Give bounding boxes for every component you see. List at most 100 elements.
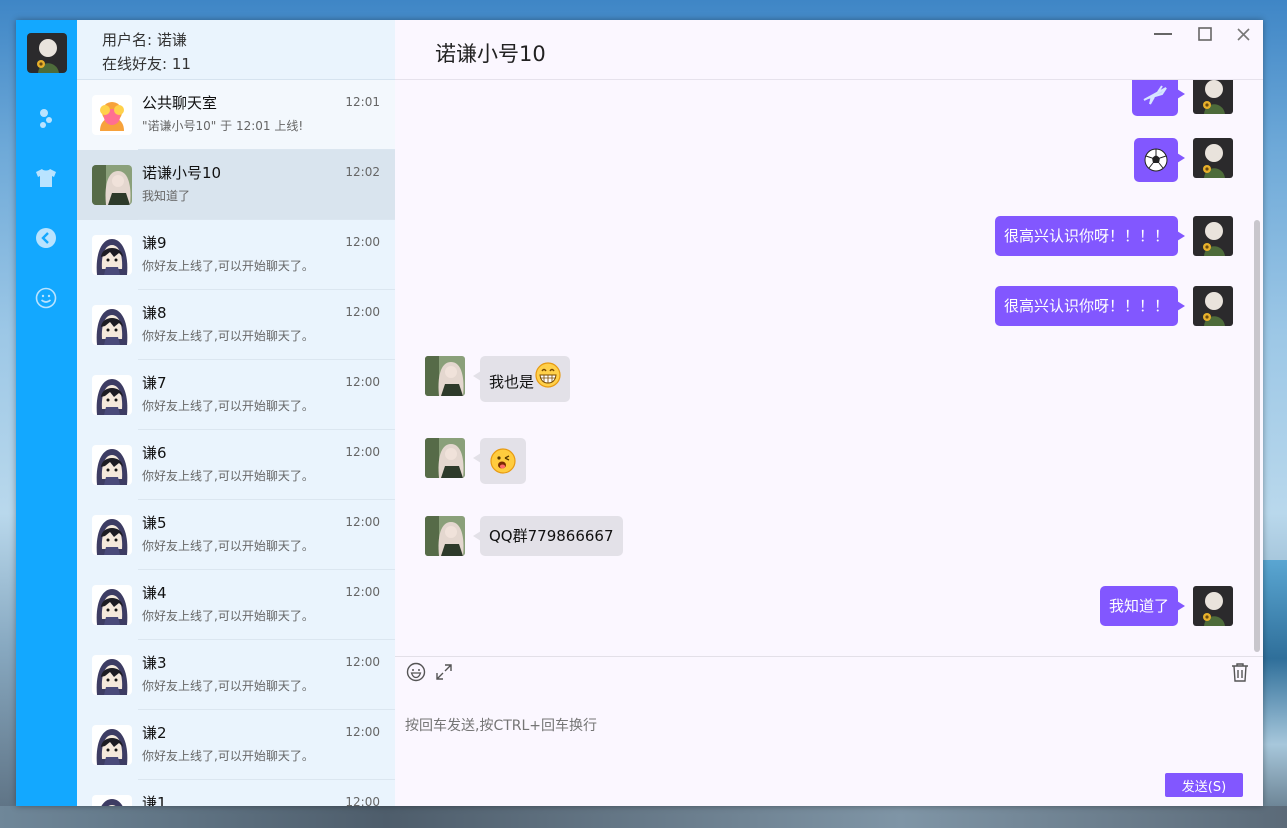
- message-text: 很高兴认识你呀！！！！: [1003, 297, 1169, 315]
- contact-item[interactable]: 谦4 12:00 你好友上线了,可以开始聊天了。: [77, 570, 395, 640]
- online-count-label: 在线好友: 11: [102, 55, 191, 73]
- message-avatar[interactable]: [1193, 138, 1233, 178]
- contact-name: 谦8: [142, 304, 167, 322]
- contact-body: 谦4 12:00 你好友上线了,可以开始聊天了。: [142, 584, 395, 625]
- message-avatar[interactable]: [425, 438, 465, 478]
- input-area: 发送(S): [395, 656, 1263, 806]
- contact-item[interactable]: 谦3 12:00 你好友上线了,可以开始聊天了。: [77, 640, 395, 710]
- message-avatar[interactable]: [1193, 586, 1233, 626]
- contact-time: 12:00: [345, 795, 380, 806]
- chat-header: 诺谦小号10: [395, 20, 1263, 80]
- message-bubble[interactable]: 很高兴认识你呀！！！！: [994, 216, 1186, 256]
- contact-name: 谦1: [142, 794, 167, 806]
- contact-time: 12:02: [345, 165, 380, 179]
- message-bubble[interactable]: [1134, 138, 1185, 182]
- contact-last-message: 你好友上线了,可以开始聊天了。: [142, 329, 314, 343]
- message-bubble[interactable]: QQ群779866667: [473, 516, 623, 556]
- contact-last-message: 我知道了: [142, 189, 191, 203]
- expand-icon[interactable]: [433, 661, 455, 683]
- contact-item[interactable]: 谦7 12:00 你好友上线了,可以开始聊天了。: [77, 360, 395, 430]
- received-message: [425, 438, 526, 484]
- contact-name: 谦6: [142, 444, 167, 462]
- contact-last-message: "诺谦小号10" 于 12:01 上线!: [142, 119, 304, 133]
- contact-item[interactable]: 诺谦小号10 12:02 我知道了: [77, 150, 395, 220]
- message-bubble[interactable]: [473, 438, 526, 484]
- soccer-emoji: [1144, 148, 1168, 172]
- maximize-icon[interactable]: [1193, 24, 1217, 44]
- message-bubble[interactable]: 我知道了: [1099, 586, 1186, 626]
- contact-item[interactable]: 谦5 12:00 你好友上线了,可以开始聊天了。: [77, 500, 395, 570]
- chat-bubbles-icon[interactable]: [34, 106, 58, 130]
- contact-body: 谦9 12:00 你好友上线了,可以开始聊天了。: [142, 234, 395, 275]
- contact-body: 谦7 12:00 你好友上线了,可以开始聊天了。: [142, 374, 395, 415]
- minimize-icon[interactable]: [1151, 24, 1175, 44]
- message-avatar[interactable]: [425, 516, 465, 556]
- message-input[interactable]: [405, 691, 1243, 761]
- contact-last-message: 你好友上线了,可以开始聊天了。: [142, 399, 314, 413]
- smiley-icon[interactable]: [34, 286, 58, 310]
- scrollbar[interactable]: [1254, 220, 1260, 652]
- contact-time: 12:00: [345, 515, 380, 529]
- contact-time: 12:00: [345, 725, 380, 739]
- message-bubble[interactable]: 很高兴认识你呀！！！！: [994, 286, 1186, 326]
- contact-last-message: 你好友上线了,可以开始聊天了。: [142, 679, 314, 693]
- contact-name: 谦3: [142, 654, 167, 672]
- message-avatar[interactable]: [1193, 216, 1233, 256]
- back-circle-icon[interactable]: [34, 226, 58, 250]
- contact-time: 12:00: [345, 235, 380, 249]
- chat-area: 诺谦小号10 很高兴认识你呀！！！！ 很高兴认识你呀！！！！ 我也是 QQ群77986…: [395, 20, 1263, 806]
- message-text: QQ群779866667: [489, 527, 614, 545]
- contact-body: 公共聊天室 12:01 "诺谦小号10" 于 12:01 上线!: [142, 94, 395, 135]
- contact-avatar: [92, 725, 132, 765]
- contact-name: 谦7: [142, 374, 167, 392]
- contact-body: 谦1 12:00: [142, 794, 395, 806]
- contact-time: 12:00: [345, 445, 380, 459]
- my-avatar[interactable]: [27, 33, 67, 73]
- emoji-picker-icon[interactable]: [405, 661, 427, 683]
- contact-item[interactable]: 谦9 12:00 你好友上线了,可以开始聊天了。: [77, 220, 395, 290]
- message-text: 很高兴认识你呀！！！！: [1003, 227, 1169, 245]
- contact-time: 12:00: [345, 655, 380, 669]
- contact-item[interactable]: 谦6 12:00 你好友上线了,可以开始聊天了。: [77, 430, 395, 500]
- contact-avatar: [92, 445, 132, 485]
- user-info: 用户名: 诺谦 在线好友: 11: [77, 20, 395, 80]
- shirt-icon[interactable]: [34, 166, 58, 190]
- received-message: QQ群779866667: [425, 516, 623, 556]
- desktop-background: [1261, 560, 1287, 806]
- contact-item[interactable]: 谦8 12:00 你好友上线了,可以开始聊天了。: [77, 290, 395, 360]
- message-list: 很高兴认识你呀！！！！ 很高兴认识你呀！！！！ 我也是 QQ群779866667 我知道…: [395, 80, 1263, 656]
- message-text: 我知道了: [1108, 597, 1169, 615]
- contact-list: 公共聊天室 12:01 "诺谦小号10" 于 12:01 上线! 诺谦小号10 12:0…: [77, 80, 395, 806]
- left-rail: [16, 20, 77, 806]
- contact-time: 12:00: [345, 585, 380, 599]
- contact-avatar: [92, 235, 132, 275]
- received-message: 我也是: [425, 356, 571, 402]
- contact-item[interactable]: 公共聊天室 12:01 "诺谦小号10" 于 12:01 上线!: [77, 80, 395, 150]
- contact-avatar: [92, 165, 132, 205]
- contact-avatar: [92, 305, 132, 345]
- contact-avatar: [92, 515, 132, 555]
- message-avatar[interactable]: [425, 356, 465, 396]
- contact-name: 公共聊天室: [142, 94, 218, 112]
- message-avatar[interactable]: [1193, 286, 1233, 326]
- message-avatar[interactable]: [1193, 80, 1233, 114]
- chat-window: 用户名: 诺谦 在线好友: 11 公共聊天室 12:01 "诺谦小号10" 于 12…: [16, 20, 1263, 806]
- contact-panel: 用户名: 诺谦 在线好友: 11 公共聊天室 12:01 "诺谦小号10" 于 12…: [77, 20, 395, 806]
- contact-body: 谦8 12:00 你好友上线了,可以开始聊天了。: [142, 304, 395, 345]
- send-button[interactable]: 发送(S): [1165, 773, 1243, 797]
- contact-name: 谦4: [142, 584, 167, 602]
- message-bubble[interactable]: [1132, 80, 1185, 116]
- plane-emoji: [1142, 84, 1168, 106]
- close-icon[interactable]: [1231, 24, 1255, 44]
- tongue-emoji: [490, 448, 516, 474]
- clear-trash-icon[interactable]: [1229, 661, 1251, 683]
- message-bubble[interactable]: 我也是: [472, 356, 571, 402]
- contact-item[interactable]: 谦1 12:00: [77, 780, 395, 806]
- contact-avatar: [92, 655, 132, 695]
- contact-last-message: 你好友上线了,可以开始聊天了。: [142, 749, 314, 763]
- contact-time: 12:00: [345, 305, 380, 319]
- contact-item[interactable]: 谦2 12:00 你好友上线了,可以开始聊天了。: [77, 710, 395, 780]
- grin-emoji: [535, 362, 561, 388]
- contact-body: 谦5 12:00 你好友上线了,可以开始聊天了。: [142, 514, 395, 555]
- contact-avatar: [92, 585, 132, 625]
